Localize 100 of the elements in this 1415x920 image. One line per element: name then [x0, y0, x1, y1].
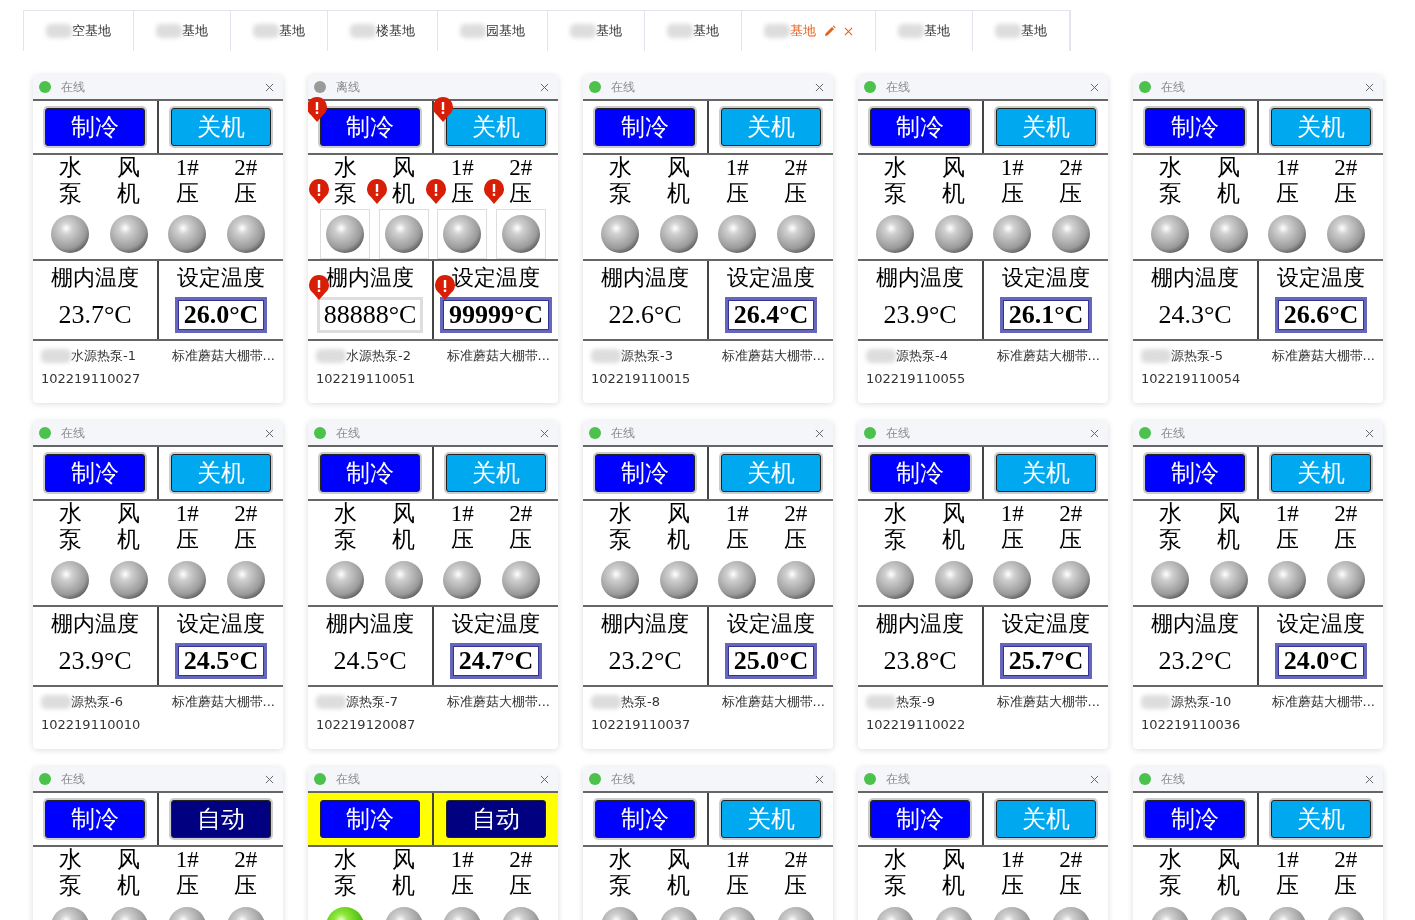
device-description: 标准蘑菇大棚带... [721, 693, 825, 711]
lamp-label: 水 [883, 847, 907, 873]
lamp-label: 泵 [1158, 873, 1182, 898]
lamp-label: 风 [942, 501, 966, 527]
serial-number: 102219110036 [1141, 717, 1242, 732]
mode-button[interactable]: 制冷 [595, 454, 695, 492]
status-text: 在线 [1161, 424, 1186, 442]
blurred-text [316, 695, 346, 709]
mode-button[interactable]: 制冷 [45, 454, 145, 492]
lamp-label: 压 [784, 527, 808, 552]
mode-button[interactable]: 制冷 [870, 454, 970, 492]
lamp-label: 机 [667, 873, 691, 898]
close-icon[interactable] [540, 428, 549, 438]
lamp-label: 1# [175, 155, 199, 181]
close-icon[interactable] [1365, 82, 1374, 92]
lamp-label: 2# [784, 501, 808, 527]
lamp-label: 泵 [883, 181, 907, 206]
lamp-label: 水 [58, 847, 82, 873]
tab-label: 基地 [790, 22, 816, 40]
mode-button[interactable]: 制冷 [595, 108, 695, 146]
power-button[interactable]: 自动 [171, 800, 271, 838]
device-name: 源热泵-4 [896, 347, 948, 365]
temp-label: 设定温度 [727, 611, 815, 637]
blurred-text [253, 24, 279, 38]
mode-button[interactable]: 制冷 [320, 800, 420, 838]
device-name: 热泵-8 [621, 693, 660, 711]
tab-label: 基地 [182, 22, 208, 40]
lamp-label: 压 [175, 873, 199, 898]
serial-number: 102219110022 [866, 717, 967, 732]
lamp-label: 压 [175, 181, 199, 206]
lamp-label: 2# [234, 155, 258, 181]
mode-button[interactable]: 制冷 [870, 800, 970, 838]
close-icon[interactable] [815, 82, 824, 92]
inside-temp-value: 22.6°C [607, 299, 683, 331]
inside-temp-value: 24.5°C [332, 645, 408, 677]
status-text: 在线 [611, 424, 636, 442]
set-temp-value: 99999°C [439, 297, 553, 333]
lamp-label: 压 [1275, 873, 1299, 898]
lamp-label: 泵 [58, 527, 82, 552]
lamp-label: 压 [450, 873, 474, 898]
mode-button[interactable]: 制冷 [45, 108, 145, 146]
close-icon[interactable] [844, 26, 853, 36]
close-icon[interactable] [1090, 774, 1099, 784]
close-icon[interactable] [265, 82, 274, 92]
mode-button[interactable]: 制冷 [320, 108, 420, 146]
close-icon[interactable] [540, 774, 549, 784]
close-icon[interactable] [1365, 428, 1374, 438]
serial-number: 102219120087 [316, 717, 417, 732]
lamp-label: 1# [1275, 501, 1299, 527]
lamp-label: 水 [333, 847, 357, 873]
device-description: 标准蘑菇大棚带... [1271, 347, 1375, 365]
lamp-label: 压 [509, 181, 533, 206]
lamp-label: 2# [234, 847, 258, 873]
close-icon[interactable] [265, 774, 274, 784]
status-text: 在线 [886, 78, 911, 96]
set-temp-value: 24.0°C [1274, 643, 1368, 679]
temp-label: 棚内温度 [326, 265, 414, 291]
blurred-text [995, 24, 1021, 38]
close-icon[interactable] [1090, 82, 1099, 92]
mode-button[interactable]: 制冷 [45, 800, 145, 838]
close-icon[interactable] [1090, 428, 1099, 438]
lamp-label: 压 [450, 527, 474, 552]
status-text: 离线 [336, 78, 361, 96]
inside-temp-value: 88888°C [316, 297, 424, 333]
power-button[interactable]: 自动 [446, 800, 546, 838]
mode-button[interactable]: 制冷 [1145, 454, 1245, 492]
status-text: 在线 [336, 770, 361, 788]
lamp-label: 压 [1334, 181, 1358, 206]
mode-button[interactable]: 制冷 [320, 454, 420, 492]
lamp-label: 1# [450, 847, 474, 873]
temp-label: 设定温度 [1277, 611, 1365, 637]
close-icon[interactable] [540, 82, 549, 92]
blurred-text [1141, 695, 1171, 709]
close-icon[interactable] [265, 428, 274, 438]
serial-number: 102219110055 [866, 371, 967, 386]
lamp-label: 机 [392, 873, 416, 898]
lamp-label: 水 [333, 155, 357, 181]
device-description: 标准蘑菇大棚带... [171, 347, 275, 365]
lamp-label: 压 [725, 873, 749, 898]
lamp-label: 1# [450, 155, 474, 181]
close-icon[interactable] [815, 428, 824, 438]
lamp-label: 压 [1059, 181, 1083, 206]
mode-button[interactable]: 制冷 [1145, 108, 1245, 146]
lamp-label: 压 [234, 527, 258, 552]
close-icon[interactable] [1365, 774, 1374, 784]
close-icon[interactable] [815, 774, 824, 784]
device-description: 标准蘑菇大棚带... [171, 693, 275, 711]
pencil-icon[interactable] [824, 25, 836, 37]
lamp-label: 2# [509, 501, 533, 527]
lamp-label: 机 [942, 873, 966, 898]
blurred-text [41, 695, 71, 709]
tab-label: 基地 [924, 22, 950, 40]
temp-label: 棚内温度 [1151, 265, 1239, 291]
mode-button[interactable]: 制冷 [1145, 800, 1245, 838]
temp-label: 设定温度 [177, 265, 265, 291]
status-text: 在线 [336, 424, 361, 442]
lamp-label: 2# [1334, 847, 1358, 873]
set-temp-value: 24.5°C [174, 643, 268, 679]
mode-button[interactable]: 制冷 [595, 800, 695, 838]
mode-button[interactable]: 制冷 [870, 108, 970, 146]
